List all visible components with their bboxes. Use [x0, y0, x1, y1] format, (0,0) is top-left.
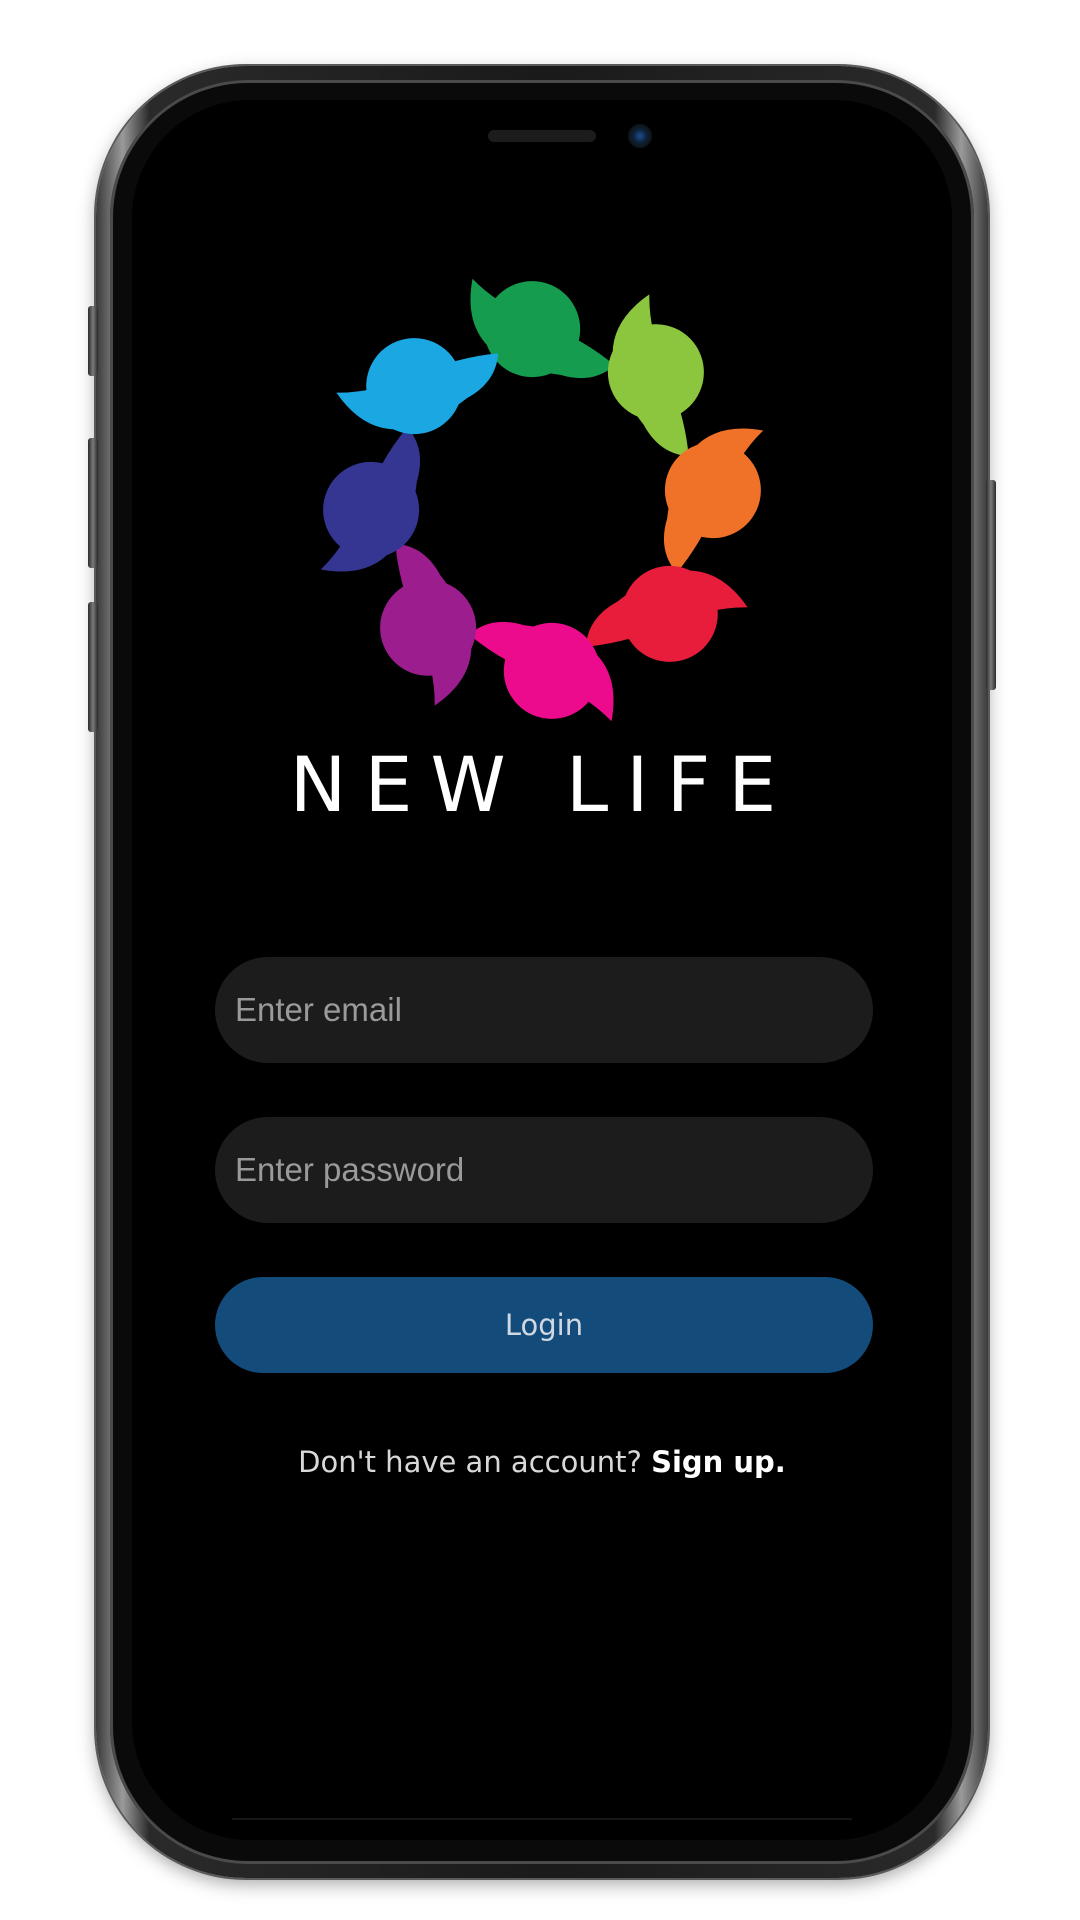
signup-link[interactable]: Sign up.	[651, 1445, 786, 1479]
earpiece-speaker	[488, 130, 596, 142]
new-life-logo-icon	[320, 278, 764, 722]
app-screen: NEW LIFE Enter email Enter password Logi…	[132, 100, 952, 1840]
power-button	[986, 480, 996, 690]
mute-switch	[88, 306, 98, 376]
device-mockup: NEW LIFE Enter email Enter password Logi…	[0, 0, 1080, 1920]
password-field[interactable]: Enter password	[215, 1117, 873, 1223]
bottom-screen-edge	[232, 1818, 852, 1820]
brand-name: NEW LIFE	[289, 740, 795, 829]
email-field[interactable]: Enter email	[215, 957, 873, 1063]
signup-prompt-row: Don't have an account? Sign up.	[132, 1442, 952, 1482]
front-camera-icon	[628, 124, 652, 148]
signup-prompt-text: Don't have an account?	[298, 1445, 642, 1479]
volume-up-button	[88, 438, 98, 568]
login-button[interactable]: Login	[215, 1277, 873, 1373]
volume-down-button	[88, 602, 98, 732]
